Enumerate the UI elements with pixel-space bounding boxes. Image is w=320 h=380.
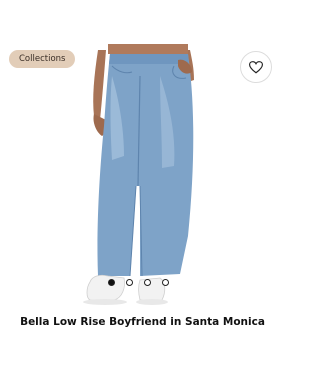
carousel-dot[interactable] xyxy=(108,279,115,286)
collections-badge[interactable]: Collections xyxy=(9,50,76,68)
product-title[interactable]: Bella Low Rise Boyfriend in Santa Monica xyxy=(0,316,285,328)
carousel-dot[interactable] xyxy=(162,279,169,286)
heart-icon xyxy=(249,60,263,73)
carousel-dot[interactable] xyxy=(144,279,151,286)
carousel-dots xyxy=(108,279,169,286)
carousel-dot[interactable] xyxy=(126,279,133,286)
product-card[interactable]: Collections Bella Low Rise Boyfriend in … xyxy=(0,0,285,380)
favorite-button[interactable] xyxy=(240,51,272,83)
